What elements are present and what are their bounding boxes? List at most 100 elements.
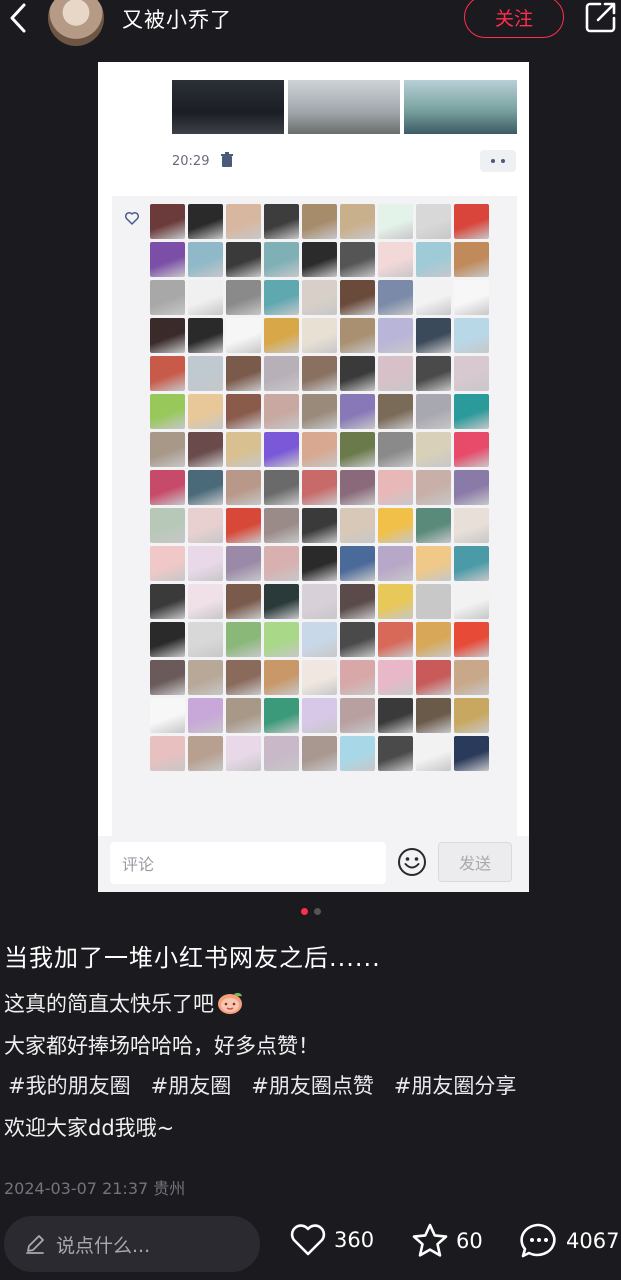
hashtag-link[interactable]: #我的朋友圈 — [8, 1070, 131, 1100]
liker-avatar — [378, 622, 413, 657]
liker-avatar — [340, 432, 375, 467]
liker-avatar — [416, 356, 451, 391]
liker-avatar — [188, 432, 223, 467]
liker-avatar — [454, 698, 489, 733]
liker-avatar — [264, 584, 299, 619]
liker-avatar — [188, 546, 223, 581]
liker-avatar — [416, 622, 451, 657]
liker-avatar — [264, 242, 299, 277]
liker-avatar — [264, 546, 299, 581]
hashtag-link[interactable]: #朋友圈点赞 — [251, 1070, 374, 1100]
moment-photo — [288, 80, 400, 134]
share-button[interactable] — [584, 0, 618, 34]
liker-avatar — [226, 736, 261, 771]
liker-avatar — [150, 204, 185, 239]
back-button[interactable] — [4, 0, 32, 36]
liker-avatar — [454, 432, 489, 467]
liker-avatar — [416, 584, 451, 619]
liker-avatar — [340, 204, 375, 239]
like-button[interactable]: 360 — [288, 1222, 374, 1258]
liker-avatar — [226, 394, 261, 429]
author-avatar[interactable] — [48, 0, 104, 46]
liker-avatar — [302, 280, 337, 315]
liker-avatar — [150, 660, 185, 695]
carousel-dot-active — [300, 908, 308, 915]
author-name[interactable]: 又被小乔了 — [122, 4, 232, 34]
comment-input[interactable]: 说点什么... — [4, 1216, 260, 1272]
liker-avatar — [264, 736, 299, 771]
liker-avatar — [340, 546, 375, 581]
liker-avatar — [264, 698, 299, 733]
moment-photo — [404, 80, 517, 134]
liker-avatar — [302, 432, 337, 467]
liker-avatar — [340, 584, 375, 619]
liker-avatar — [340, 242, 375, 277]
liker-avatar — [454, 622, 489, 657]
liker-avatar — [454, 546, 489, 581]
liker-avatar — [264, 394, 299, 429]
liker-avatar — [188, 584, 223, 619]
liker-avatar — [416, 660, 451, 695]
liker-avatar — [264, 470, 299, 505]
liker-avatar — [454, 394, 489, 429]
liker-avatar — [264, 508, 299, 543]
post-body-line: 欢迎大家dd我哦~ — [4, 1116, 175, 1140]
liker-avatar — [378, 584, 413, 619]
chat-bubble-icon — [520, 1223, 556, 1258]
liker-avatar — [226, 622, 261, 657]
liker-avatar — [378, 698, 413, 733]
hashtag-link[interactable]: #朋友圈分享 — [394, 1070, 517, 1100]
liker-avatar — [302, 660, 337, 695]
liker-avatar — [226, 584, 261, 619]
carousel-dot — [313, 908, 321, 915]
liker-avatar — [188, 356, 223, 391]
hashtag-link[interactable]: #朋友圈 — [151, 1070, 232, 1100]
liker-avatar — [264, 432, 299, 467]
liker-avatar — [416, 394, 451, 429]
liker-avatar — [150, 584, 185, 619]
liker-avatar — [454, 508, 489, 543]
liker-avatar — [226, 470, 261, 505]
liker-avatar — [226, 204, 261, 239]
liker-avatar — [188, 698, 223, 733]
liker-avatar — [302, 470, 337, 505]
liker-avatar — [302, 204, 337, 239]
liker-avatar — [226, 356, 261, 391]
moment-send-button: 发送 — [438, 842, 512, 882]
liker-avatar — [340, 698, 375, 733]
liker-avatar — [302, 242, 337, 277]
liker-avatar — [340, 660, 375, 695]
liker-avatar — [150, 622, 185, 657]
carousel-indicator — [0, 908, 621, 915]
liker-avatar — [302, 698, 337, 733]
liker-avatar — [416, 736, 451, 771]
heart-icon — [290, 1224, 326, 1256]
liker-avatar — [340, 394, 375, 429]
post-body-line: 大家都好捧场哈哈哈，好多点赞！ — [4, 1034, 319, 1058]
liker-avatar — [454, 584, 489, 619]
liker-avatar — [340, 508, 375, 543]
moment-comment-bar: 评论 发送 — [98, 836, 529, 892]
trash-icon — [221, 152, 233, 167]
liker-avatar — [188, 660, 223, 695]
liker-avatar — [150, 318, 185, 353]
liker-avatar — [378, 432, 413, 467]
liker-avatar — [378, 736, 413, 771]
liker-avatar — [188, 470, 223, 505]
liker-avatar — [264, 280, 299, 315]
liker-avatar — [378, 318, 413, 353]
liker-avatar — [302, 394, 337, 429]
favorite-button[interactable]: 60 — [410, 1222, 483, 1260]
liker-avatar — [454, 204, 489, 239]
liker-avatar — [188, 204, 223, 239]
liker-avatar — [264, 318, 299, 353]
liker-avatar — [226, 242, 261, 277]
liker-avatar — [378, 508, 413, 543]
post-image[interactable]: 20:29 评论 发送 — [98, 62, 529, 892]
liker-avatar — [416, 470, 451, 505]
chevron-left-icon — [10, 3, 26, 33]
comment-button[interactable]: 4067 — [518, 1222, 619, 1260]
liker-avatar — [340, 470, 375, 505]
follow-button[interactable]: 关注 — [464, 0, 564, 38]
liker-avatar — [302, 622, 337, 657]
